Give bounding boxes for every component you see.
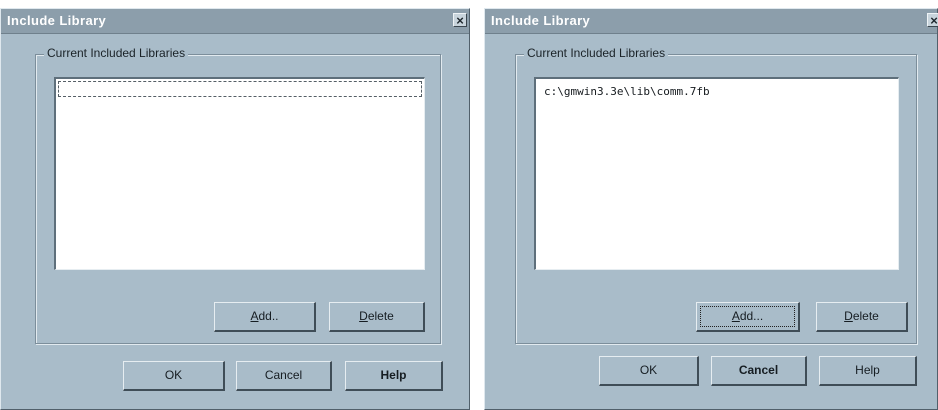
help-button[interactable]: Help <box>819 356 917 386</box>
add-button[interactable]: Add.. <box>214 302 316 332</box>
included-libraries-group: Current Included Libraries c:\gmwin3.3e\… <box>515 46 917 344</box>
library-listbox[interactable]: c:\gmwin3.3e\lib\comm.7fb <box>534 77 899 270</box>
included-libraries-group: Current Included Libraries Add.. Delete <box>35 46 441 344</box>
include-library-dialog-empty: Include Library × Current Included Libra… <box>0 8 470 410</box>
title-bar: Include Library × <box>1 9 469 34</box>
title-bar: Include Library × <box>485 9 938 34</box>
dialog-title: Include Library <box>7 13 107 28</box>
delete-button[interactable]: Delete <box>329 302 425 332</box>
close-icon[interactable]: × <box>927 13 938 28</box>
ok-button[interactable]: OK <box>123 361 225 391</box>
dialog-title: Include Library <box>491 13 591 28</box>
delete-button[interactable]: Delete <box>816 302 908 332</box>
cancel-button[interactable]: Cancel <box>236 361 332 391</box>
cancel-button[interactable]: Cancel <box>711 356 807 386</box>
ok-button[interactable]: OK <box>599 356 699 386</box>
list-item[interactable]: c:\gmwin3.3e\lib\comm.7fb <box>544 85 710 98</box>
help-button[interactable]: Help <box>345 361 443 391</box>
close-icon[interactable]: × <box>453 13 467 28</box>
group-label: Current Included Libraries <box>44 46 189 60</box>
group-label: Current Included Libraries <box>524 46 669 60</box>
library-listbox[interactable] <box>54 77 425 270</box>
focus-row[interactable] <box>58 81 422 97</box>
add-button[interactable]: Add... <box>696 302 800 332</box>
focus-indicator <box>700 306 795 327</box>
include-library-dialog-populated: Include Library × Current Included Libra… <box>484 8 938 410</box>
